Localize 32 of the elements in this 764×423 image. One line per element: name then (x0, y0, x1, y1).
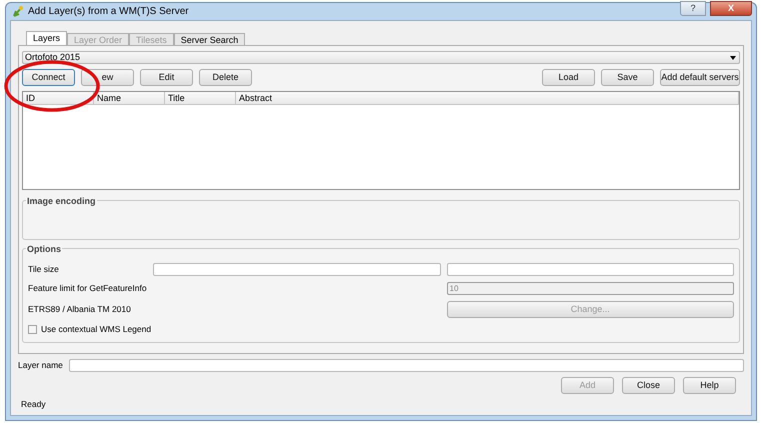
field-label: Tile size (28, 263, 60, 276)
group-title: Options (26, 243, 62, 257)
toolbar-button[interactable]: Save (601, 69, 654, 86)
dialog-button[interactable]: Close (622, 377, 675, 394)
connection-dropdown[interactable]: Ortofoto 2015 (22, 51, 740, 64)
tab[interactable]: Server Search (174, 33, 246, 46)
checkbox-label: Use contextual WMS Legend (41, 323, 152, 336)
column-header[interactable]: Title (165, 92, 236, 104)
dropdown-arrow-icon (730, 56, 736, 60)
toolbar-button[interactable]: Delete (199, 69, 252, 86)
tile-width-field[interactable] (153, 263, 440, 276)
field-label: Layer name (18, 359, 63, 372)
layer-name-field[interactable] (68, 359, 744, 372)
toolbar-button[interactable]: Edit (140, 69, 193, 86)
field-label: Feature limit for GetFeatureInfo (28, 282, 147, 296)
tab[interactable]: Layers (26, 31, 68, 46)
toolbar-button[interactable]: ew (81, 69, 134, 86)
toolbar-button[interactable]: Load (542, 69, 595, 86)
crs-label: ETRS89 / Albania TM 2010 (28, 303, 132, 316)
dialog-button[interactable]: Help (683, 377, 736, 394)
help-button[interactable]: ? (680, 1, 706, 16)
app-icon (12, 5, 24, 18)
toolbar-button[interactable]: Connect (22, 69, 75, 86)
column-header[interactable]: Abstract (236, 92, 739, 104)
column-header[interactable]: ID (23, 92, 94, 104)
window-title: Add Layer(s) from a WM(T)S Server (28, 5, 189, 20)
tile-height-field[interactable] (446, 263, 734, 276)
status-text: Ready (21, 398, 47, 411)
column-header[interactable]: Name (94, 92, 165, 104)
checkbox[interactable] (28, 325, 37, 334)
toolbar-button[interactable]: Add default servers (660, 69, 740, 86)
group-title: Image encoding (26, 195, 97, 209)
